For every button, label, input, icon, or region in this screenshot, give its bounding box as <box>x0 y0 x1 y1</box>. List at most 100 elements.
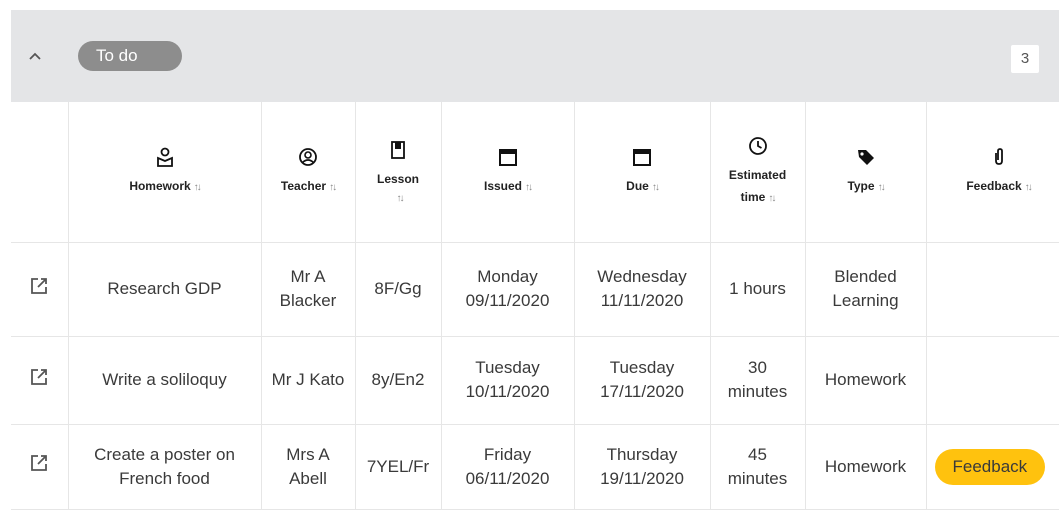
homework-cell: Create a poster on French food <box>68 424 262 510</box>
section-header[interactable]: To do 3 <box>11 10 1059 102</box>
homework-cell: Research GDP <box>68 242 262 337</box>
teacher-surname: Abell <box>289 468 327 488</box>
homework-icon <box>156 147 173 167</box>
feedback-button[interactable]: Feedback <box>934 448 1046 485</box>
calendar-icon <box>633 148 651 166</box>
due-date: 17/11/2020 <box>600 382 684 401</box>
type-cell: Homework <box>805 424 927 510</box>
column-header-open <box>11 102 69 243</box>
open-external-icon[interactable] <box>30 277 48 295</box>
paperclip-icon <box>994 147 1003 165</box>
issued-date: 10/11/2020 <box>465 382 550 401</box>
type-line1: Blended <box>834 267 897 286</box>
homework-line1: Create a poster on <box>94 444 235 464</box>
teacher-surname: Blacker <box>279 291 337 310</box>
open-external-icon[interactable] <box>30 368 48 386</box>
issued-day: Monday <box>477 267 538 286</box>
estimated-time-value: 1 hours <box>729 279 786 298</box>
sort-icon[interactable]: ↑↓ <box>525 182 533 193</box>
type-line1: Homework <box>824 370 907 389</box>
calendar-icon <box>498 148 517 166</box>
estimated-time-value: 45 <box>748 444 767 464</box>
due-date: 19/11/2020 <box>600 468 684 488</box>
issued-date: 06/11/2020 <box>465 468 550 488</box>
column-header-homework[interactable]: Homework ↑↓ <box>68 102 262 243</box>
teacher-cell: Mr A Blacker <box>261 242 356 337</box>
chevron-up-icon <box>29 52 41 60</box>
open-external-icon[interactable] <box>30 454 48 472</box>
todo-panel: To do 3 Homework ↑↓ Teacher ↑↓ Lesson ↑↓… <box>11 10 1059 510</box>
column-label-estimated: Estimated <box>728 167 787 182</box>
table-row: Write a soliloquy Mr J Kato 8y/En2 Tuesd… <box>11 336 1059 425</box>
column-header-due[interactable]: Due ↑↓ <box>574 102 711 243</box>
due-day: Wednesday <box>597 267 687 286</box>
lesson-cell: 7YEL/Fr <box>355 424 442 510</box>
table-header-row: Homework ↑↓ Teacher ↑↓ Lesson ↑↓ Issued ↑↓ D… <box>11 102 1059 243</box>
teacher-name: Mr J Kato <box>271 370 345 389</box>
issued-day: Friday <box>483 444 532 464</box>
sort-icon[interactable]: ↑↓ <box>194 182 202 193</box>
column-header-type[interactable]: Type ↑↓ <box>805 102 927 243</box>
issued-cell: Friday 06/11/2020 <box>441 424 575 510</box>
item-count: 3 <box>1011 45 1039 73</box>
column-label-feedback: Feedback <box>966 178 1022 193</box>
estimated-time-cell: 30 minutes <box>710 336 806 425</box>
type-line1: Homework <box>824 456 907 476</box>
estimated-time-unit: minutes <box>727 468 788 488</box>
open-cell[interactable] <box>11 336 69 425</box>
open-cell[interactable] <box>11 242 69 337</box>
homework-line2: French food <box>119 468 210 488</box>
sort-icon[interactable]: ↑↓ <box>397 193 405 204</box>
issued-day: Tuesday <box>475 358 540 377</box>
teacher-name: Mr A <box>290 267 326 286</box>
estimated-time-unit: minutes <box>727 382 788 401</box>
column-header-teacher[interactable]: Teacher ↑↓ <box>261 102 356 243</box>
due-day: Thursday <box>606 444 678 464</box>
issued-cell: Monday 09/11/2020 <box>441 242 575 337</box>
column-header-issued[interactable]: Issued ↑↓ <box>441 102 575 243</box>
teacher-cell: Mr J Kato <box>261 336 356 425</box>
column-header-feedback[interactable]: Feedback ↑↓ <box>926 102 1059 243</box>
column-header-estimated-time[interactable]: Estimated time ↑↓ <box>710 102 806 243</box>
lesson-cell: 8F/Gg <box>355 242 442 337</box>
column-label-lesson: Lesson <box>376 171 419 186</box>
sort-icon[interactable]: ↑↓ <box>652 182 660 193</box>
column-label-type: Type <box>847 178 875 193</box>
column-label-due: Due <box>626 178 649 193</box>
column-header-lesson[interactable]: Lesson ↑↓ <box>355 102 442 243</box>
teacher-icon <box>299 147 317 166</box>
issued-cell: Tuesday 10/11/2020 <box>441 336 575 425</box>
due-cell: Tuesday 17/11/2020 <box>574 336 711 425</box>
column-label-time: time <box>740 189 766 204</box>
due-cell: Wednesday 11/11/2020 <box>574 242 711 337</box>
tag-icon <box>857 149 874 165</box>
open-cell[interactable] <box>11 424 69 510</box>
type-cell: Blended Learning <box>805 242 927 337</box>
type-cell: Homework <box>805 336 927 425</box>
type-line2: Learning <box>832 291 899 310</box>
teacher-name: Mrs A <box>286 444 330 464</box>
sort-icon[interactable]: ↑↓ <box>1025 182 1033 193</box>
issued-date: 09/11/2020 <box>465 291 550 310</box>
homework-cell: Write a soliloquy <box>68 336 262 425</box>
due-date: 11/11/2020 <box>600 291 684 310</box>
column-label-homework: Homework <box>129 178 191 193</box>
collapse-button[interactable] <box>23 44 47 68</box>
sort-icon[interactable]: ↑↓ <box>329 182 337 193</box>
table-row: Research GDP Mr A Blacker 8F/Gg Monday 09/… <box>11 242 1059 337</box>
lesson-icon <box>391 140 405 159</box>
column-label-issued: Issued <box>483 178 522 193</box>
clock-icon <box>748 136 767 155</box>
homework-table: Homework ↑↓ Teacher ↑↓ Lesson ↑↓ Issued ↑↓ D… <box>11 102 1059 510</box>
due-cell: Thursday 19/11/2020 <box>574 424 711 510</box>
feedback-cell <box>926 242 1059 337</box>
sort-icon[interactable]: ↑↓ <box>878 182 886 193</box>
feedback-cell: Feedback <box>926 424 1059 510</box>
estimated-time-cell: 1 hours <box>710 242 806 337</box>
sort-icon[interactable]: ↑↓ <box>768 193 776 204</box>
column-label-teacher: Teacher <box>280 178 327 193</box>
feedback-cell <box>926 336 1059 425</box>
estimated-time-cell: 45 minutes <box>710 424 806 510</box>
teacher-cell: Mrs A Abell <box>261 424 356 510</box>
table-row: Create a poster on French food Mrs A Abell… <box>11 424 1059 510</box>
